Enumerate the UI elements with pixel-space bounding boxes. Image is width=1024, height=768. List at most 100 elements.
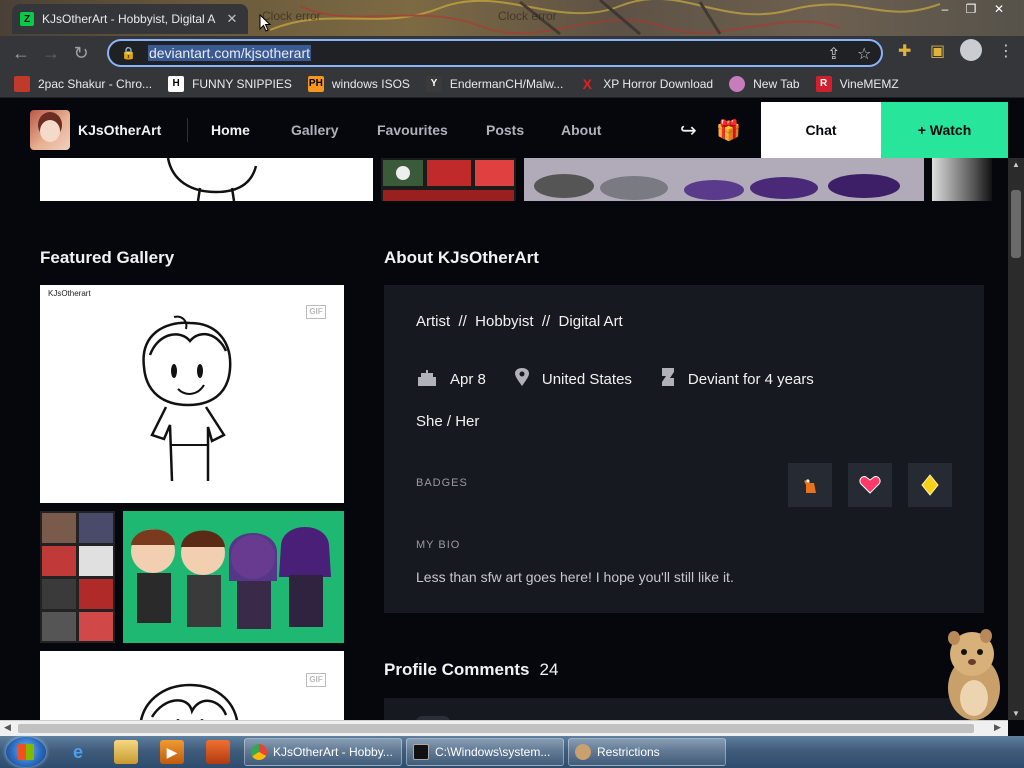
h-icon: H bbox=[168, 75, 185, 92]
bookmark-label: EndermanCH/Malw... bbox=[449, 76, 564, 91]
hamster-overlay bbox=[948, 629, 1000, 720]
thumb-sketch-top[interactable] bbox=[40, 158, 373, 201]
taskbar-item-restrictions[interactable]: Restrictions bbox=[568, 738, 726, 766]
nav-about[interactable]: About bbox=[561, 122, 601, 138]
share-arrow-icon[interactable]: ↪ bbox=[680, 118, 697, 143]
scroll-left-icon[interactable]: ◀ bbox=[4, 722, 11, 733]
bookmark-xp-horror[interactable]: X XP Horror Download bbox=[579, 75, 714, 92]
gift-icon[interactable]: 🎁 bbox=[716, 118, 741, 143]
heart-badge-icon[interactable] bbox=[848, 463, 892, 507]
badges-label: BADGES bbox=[416, 477, 468, 489]
featured-thumb-sketch-2[interactable]: GIF bbox=[40, 651, 344, 720]
header-divider bbox=[187, 118, 188, 142]
comments-count: 24 bbox=[539, 660, 559, 679]
taskbar-item-cmd[interactable]: C:\Windows\system... bbox=[406, 738, 564, 766]
taskbar-item-chrome[interactable]: KJsOtherArt - Hobby... bbox=[244, 738, 402, 766]
vertical-scroll-thumb[interactable] bbox=[1011, 190, 1021, 258]
taskbar-item-label: Restrictions bbox=[597, 745, 660, 759]
thumb-partial-right[interactable] bbox=[932, 158, 992, 201]
window-close-icon[interactable]: ✕ bbox=[986, 0, 1012, 18]
x-icon: X bbox=[582, 75, 592, 92]
reload-icon[interactable]: ↻ bbox=[66, 38, 96, 68]
featured-thumb-sketch[interactable]: KJsOtherart GIF bbox=[40, 285, 344, 503]
tab-ghost-clock-error-2[interactable]: Clock error bbox=[498, 9, 557, 23]
bio-text: Less than sfw art goes here! I hope you'… bbox=[416, 569, 734, 585]
nav-favourites[interactable]: Favourites bbox=[377, 122, 448, 138]
scroll-down-icon[interactable]: ▼ bbox=[1012, 709, 1020, 718]
bookmark-label: windows ISOS bbox=[331, 76, 410, 91]
profile-tags: Artist // Hobbyist // Digital Art bbox=[416, 313, 623, 330]
sketch-character-2-svg bbox=[140, 683, 239, 720]
profile-name[interactable]: KJsOtherArt bbox=[78, 122, 161, 138]
comic-grid-svg bbox=[40, 511, 115, 643]
profile-avatar[interactable] bbox=[30, 110, 70, 150]
featured-gallery-title: Featured Gallery bbox=[40, 248, 175, 267]
vertical-scrollbar[interactable]: ▲ ▼ bbox=[1008, 158, 1024, 720]
bookmark-2pac[interactable]: 2pac Shakur - Chro... bbox=[14, 75, 152, 92]
taskbar-item-label: C:\Windows\system... bbox=[435, 745, 551, 759]
internet-explorer-icon[interactable]: e bbox=[66, 740, 90, 764]
bookmark-label: FUNNY SNIPPIES bbox=[192, 76, 292, 91]
scroll-right-icon[interactable]: ▶ bbox=[994, 722, 1001, 733]
scroll-up-icon[interactable]: ▲ bbox=[1012, 160, 1020, 169]
bookmark-funny-snippies[interactable]: H FUNNY SNIPPIES bbox=[168, 75, 292, 92]
address-bar[interactable]: 🔒 deviantart.com/kjsotherart ⇪ ☆ bbox=[107, 39, 883, 67]
start-button[interactable] bbox=[6, 737, 46, 767]
deviantart-logo-icon bbox=[660, 367, 676, 392]
back-arrow-icon[interactable]: ← bbox=[6, 38, 36, 68]
deviant-since-item: Deviant for 4 years bbox=[660, 367, 814, 392]
featured-thumb-group[interactable] bbox=[123, 511, 344, 643]
window-minimize-icon[interactable]: – bbox=[932, 0, 958, 18]
chrome-menu-icon[interactable]: ⋮ bbox=[998, 41, 1014, 61]
location-item: United States bbox=[514, 367, 632, 392]
extensions-puzzle-icon[interactable]: ✚ bbox=[898, 41, 911, 61]
bio-label: MY BIO bbox=[416, 539, 461, 551]
cmd-icon bbox=[413, 744, 429, 760]
browser-tab-active[interactable]: Z KJsOtherArt - Hobbyist, Digital A ✕ bbox=[12, 4, 248, 34]
share-icon[interactable]: ⇪ bbox=[827, 44, 840, 64]
chrome-icon bbox=[251, 744, 267, 760]
page-content: Featured Gallery KJsOtherart GIF GIF Abo… bbox=[0, 158, 1008, 720]
about-card: Artist // Hobbyist // Digital Art Apr 8 … bbox=[384, 285, 984, 613]
llama-badge-icon[interactable] bbox=[788, 463, 832, 507]
cake-icon bbox=[416, 368, 438, 391]
chat-button[interactable]: Chat bbox=[761, 102, 881, 158]
bookmark-star-icon[interactable]: ☆ bbox=[857, 44, 871, 64]
thumb-group-feet[interactable] bbox=[524, 158, 924, 201]
sketch-signature: KJsOtherart bbox=[48, 289, 91, 298]
bookmark-vinememz[interactable]: R VineMEMZ bbox=[815, 75, 899, 92]
gif-badge-2: GIF bbox=[306, 673, 326, 687]
profile-comments-title: Profile Comments 24 bbox=[384, 660, 558, 680]
deviant-since-text: Deviant for 4 years bbox=[687, 371, 814, 388]
media-player-icon[interactable]: ▶ bbox=[160, 740, 184, 764]
bookmark-endermanch[interactable]: Y EndermanCH/Malw... bbox=[425, 75, 564, 92]
group-feet-svg bbox=[524, 158, 924, 201]
window-maximize-icon[interactable]: ❐ bbox=[958, 0, 984, 18]
bookmark-windows-isos[interactable]: PH windows ISOS bbox=[307, 75, 410, 92]
forward-arrow-icon[interactable]: → bbox=[36, 38, 66, 68]
nav-home[interactable]: Home bbox=[211, 122, 250, 138]
side-panel-icon[interactable]: ▣ bbox=[930, 41, 945, 61]
explorer-folder-icon[interactable] bbox=[114, 740, 138, 764]
profile-avatar-icon[interactable] bbox=[960, 39, 982, 61]
horizontal-scrollbar[interactable]: ◀ ▶ bbox=[0, 720, 1008, 736]
horizontal-scroll-thumb[interactable] bbox=[18, 724, 974, 733]
restrictions-icon bbox=[575, 744, 591, 760]
tab-close-icon[interactable]: ✕ bbox=[224, 11, 240, 27]
nav-posts[interactable]: Posts bbox=[486, 122, 524, 138]
bookmark-new-tab[interactable]: New Tab bbox=[729, 75, 800, 92]
watch-button[interactable]: + Watch bbox=[881, 102, 1008, 158]
nav-gallery[interactable]: Gallery bbox=[291, 122, 338, 138]
location-pin-icon bbox=[514, 367, 530, 392]
globe-icon bbox=[729, 75, 746, 92]
sketch-character-svg bbox=[142, 315, 232, 482]
birthday-item: Apr 8 bbox=[416, 368, 486, 391]
featured-thumb-comic[interactable] bbox=[40, 511, 115, 643]
paint-app-icon[interactable] bbox=[206, 740, 230, 764]
lock-icon: 🔒 bbox=[121, 46, 136, 60]
diamond-badge-icon[interactable] bbox=[908, 463, 952, 507]
comments-box[interactable] bbox=[384, 698, 984, 720]
gif-badge: GIF bbox=[306, 305, 326, 319]
thumb-comic-strip[interactable] bbox=[381, 158, 516, 201]
address-url[interactable]: deviantart.com/kjsotherart bbox=[147, 45, 312, 61]
